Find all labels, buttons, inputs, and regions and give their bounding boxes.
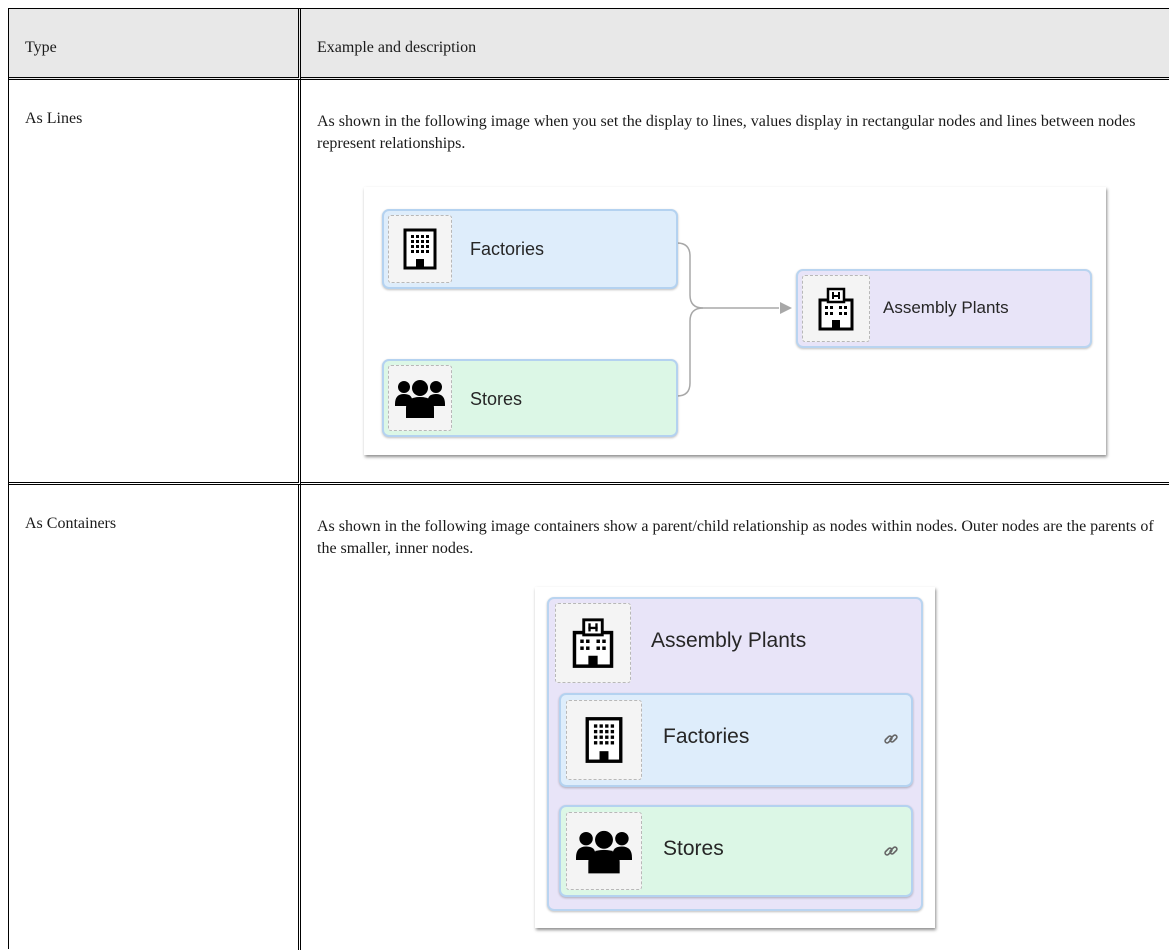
factory-building-icon — [403, 228, 437, 270]
factory-building-icon — [585, 717, 623, 763]
example-cell-lines: As shown in the following image when you… — [301, 80, 1169, 485]
type-cell-lines: As Lines — [9, 80, 301, 485]
stores-node[interactable]: Stores — [559, 805, 913, 897]
icon-frame — [802, 275, 870, 342]
icon-frame — [388, 365, 452, 431]
node-label: Assembly Plants — [883, 298, 1009, 317]
type-label: As Lines — [25, 110, 83, 127]
containers-diagram-screenshot: Assembly Plants Factories Stores — [535, 587, 935, 928]
icon-frame — [566, 812, 642, 890]
container-label: Assembly Plants — [651, 629, 807, 652]
people-group-icon — [395, 380, 445, 418]
doc-table: Type Example and description As Lines As… — [8, 8, 1169, 950]
link-icon[interactable] — [883, 843, 899, 859]
type-cell-containers: As Containers — [9, 485, 301, 950]
assembly-plants-node[interactable]: Assembly Plants — [796, 269, 1092, 348]
header-cell-example: Example and description — [301, 9, 1169, 80]
type-label: As Containers — [25, 515, 117, 532]
header-example-label: Example and description — [317, 39, 477, 56]
factories-node[interactable]: Factories — [382, 209, 678, 289]
example-cell-containers: As shown in the following image containe… — [301, 485, 1169, 950]
factories-node[interactable]: Factories — [559, 693, 913, 787]
node-label: Factories — [663, 725, 750, 748]
description-text: As shown in the following image when you… — [317, 113, 1136, 152]
node-label: Factories — [470, 239, 545, 259]
node-label: Stores — [663, 837, 724, 860]
stores-node[interactable]: Stores — [382, 359, 678, 437]
hospital-building-icon — [572, 618, 614, 668]
link-icon[interactable] — [883, 731, 899, 747]
icon-frame — [388, 215, 452, 283]
description-text: As shown in the following image containe… — [317, 518, 1154, 557]
node-label: Stores — [470, 389, 523, 409]
lines-diagram-screenshot: Factories Stores Assembly Plants — [364, 187, 1106, 455]
hospital-building-icon — [818, 287, 854, 330]
people-group-icon — [576, 830, 632, 874]
assembly-plants-container[interactable]: Assembly Plants Factories Stores — [547, 597, 923, 911]
icon-frame — [555, 603, 631, 683]
header-cell-type: Type — [9, 9, 301, 80]
icon-frame — [566, 700, 642, 780]
header-type-label: Type — [25, 39, 57, 56]
